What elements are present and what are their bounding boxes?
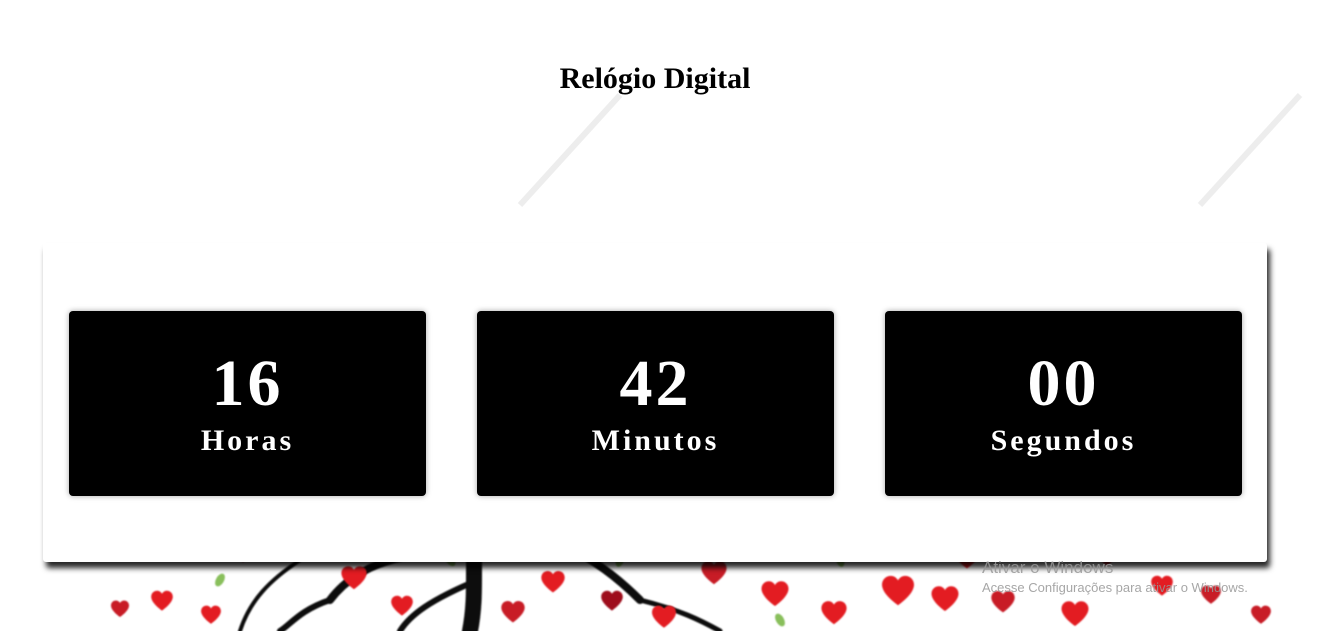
minutes-value: 42 [619,347,692,420]
minutes-box: 42 Minutos [477,311,834,496]
hours-box: 16 Horas [69,311,426,496]
windows-activation-title: Ativar o Windows [982,558,1114,577]
windows-activation-watermark: Ativar o Windows Acesse Configurações pa… [982,557,1248,597]
page-title: Relógio Digital [559,62,751,95]
minutes-label: Minutos [591,424,720,457]
hours-value: 16 [211,347,284,420]
seconds-label: Segundos [990,424,1137,457]
windows-activation-subtitle: Acesse Configurações para ativar o Windo… [982,580,1248,595]
page: Relógio Digital 16 Horas 42 Minutos 00 S… [0,0,1326,631]
clock-panel: 16 Horas 42 Minutos 00 Segundos [43,243,1267,562]
seconds-box: 00 Segundos [885,311,1242,496]
seconds-value: 00 [1027,347,1100,420]
hours-label: Horas [200,424,295,457]
